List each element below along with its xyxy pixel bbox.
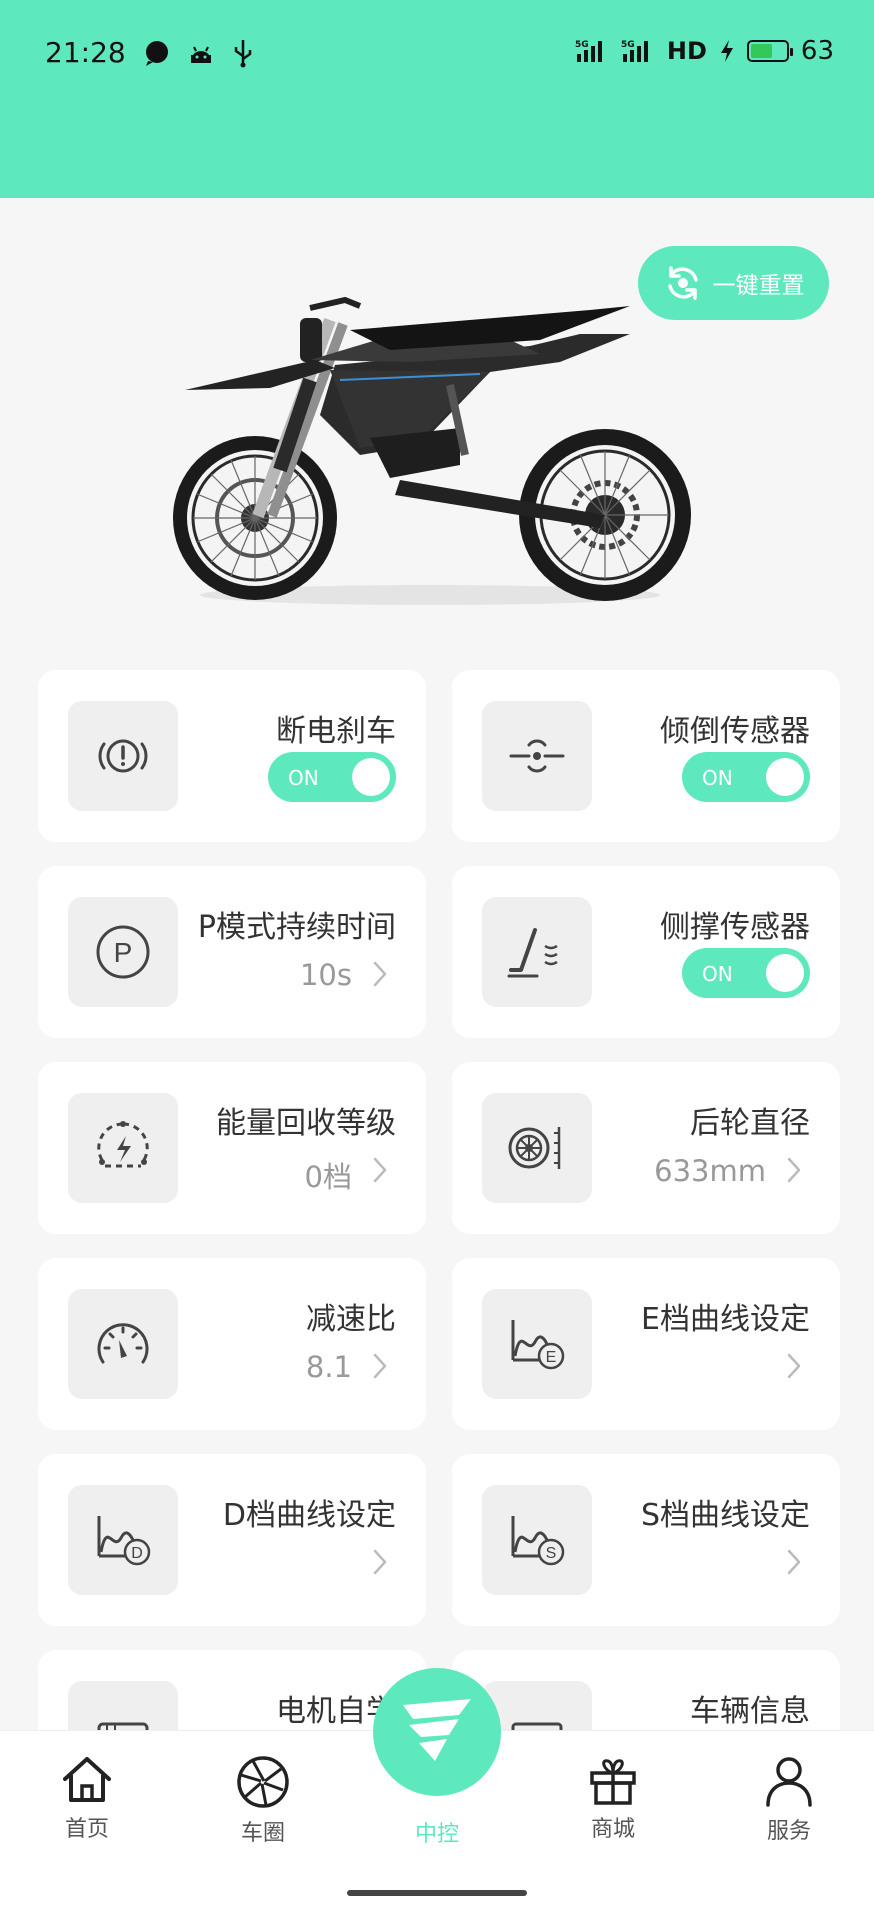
svg-text:P: P [114,937,133,968]
reset-button-label: 一键重置 [712,273,805,299]
chevron-right-icon [372,1548,388,1580]
parking-icon: P [68,897,178,1007]
tab-mall-label: 商城 [590,1817,635,1842]
chevron-right-icon [372,1156,388,1188]
card-title: 车辆信息 [690,1694,810,1729]
charging-icon [720,40,733,62]
card-title: E档曲线设定 [641,1302,810,1337]
chevron-right-icon [786,1548,802,1580]
curve-e-icon: E [482,1289,592,1399]
tab-circle[interactable]: 车圈 [203,1755,323,1847]
card-e-gear-curve[interactable]: E E档曲线设定 [452,1258,840,1430]
kickstand-icon [482,897,592,1007]
aperture-icon [237,1756,289,1808]
tab-home-label: 首页 [64,1817,109,1842]
signal-5g-icon-2: 5G [621,40,648,62]
chevron-right-icon [373,1157,387,1183]
card-value: 10s [299,958,352,992]
card-value: 8.1 [305,1350,352,1384]
card-title: 断电刹车 [276,714,396,749]
person-icon [766,1757,812,1807]
chevron-right-icon [787,1549,801,1575]
card-d-gear-curve[interactable]: D D档曲线设定 [38,1454,426,1626]
card-title: 侧撑传感器 [660,910,810,945]
home-indicator[interactable] [347,1890,527,1896]
tab-home[interactable]: 首页 [27,1755,147,1843]
battery-icon [746,40,793,62]
svg-text:D: D [131,1545,143,1562]
card-title: S档曲线设定 [640,1498,810,1533]
tab-service[interactable]: 服务 [729,1755,849,1845]
chevron-right-icon [373,961,387,987]
status-right-group: 5G 5G HD 63 [575,36,834,66]
toggle-knob [766,954,804,992]
card-title: 倾倒传感器 [660,714,810,749]
tab-service-label: 服务 [766,1819,811,1844]
signal-5g-icon: 5G [575,40,602,62]
toggle-label: ON [702,962,733,986]
card-value: 633mm [654,1154,766,1188]
card-title: 减速比 [306,1302,396,1337]
card-title: P模式持续时间 [197,910,396,945]
curve-s-icon: S [482,1485,592,1595]
usb-icon [234,40,252,68]
status-time: 21:28 [45,36,126,69]
chevron-right-icon [373,1549,387,1575]
tab-circle-label: 车圈 [240,1821,285,1846]
battery-level: 63 [800,36,834,66]
card-s-gear-curve[interactable]: S S档曲线设定 [452,1454,840,1626]
brand-logo-icon [403,1699,471,1761]
chevron-right-icon [373,1353,387,1379]
chevron-right-icon [372,960,388,992]
svg-text:5G: 5G [575,40,589,50]
toggle-switch[interactable]: ON [682,948,810,998]
battery-fill [750,44,773,58]
card-p-mode-duration[interactable]: P P模式持续时间 10s [38,866,426,1038]
card-power-off-brake[interactable]: 断电刹车 ON [38,670,426,842]
chat-bubble-icon [146,41,168,66]
energy-recovery-icon [68,1093,178,1203]
card-kickstand-sensor[interactable]: 侧撑传感器 ON [452,866,840,1038]
chevron-right-icon [786,1352,802,1384]
network-label: HD [666,37,707,65]
toggle-label: ON [288,766,319,790]
card-title: 后轮直径 [690,1106,810,1141]
card-energy-recovery-level[interactable]: 能量回收等级 0档 [38,1062,426,1234]
chevron-right-icon [786,1156,802,1188]
toggle-switch[interactable]: ON [268,752,396,802]
tab-control[interactable] [373,1668,501,1796]
toggle-knob [352,758,390,796]
card-reduction-ratio[interactable]: 减速比 8.1 [38,1258,426,1430]
chevron-right-icon [787,1353,801,1379]
speedometer-icon [68,1289,178,1399]
tab-mall[interactable]: 商城 [553,1755,673,1843]
svg-text:E: E [546,1349,557,1366]
tilt-sensor-icon [482,701,592,811]
motorcycle-image [173,296,691,605]
card-value: 0档 [304,1160,352,1194]
settings-grid: 断电刹车 ON 倾倒传感器 ON P P模式持续时间 10s 侧撑传感器 ON 能量回收等级 0档 后… [38,670,840,1822]
svg-text:S: S [546,1545,557,1562]
wheel-icon [482,1093,592,1203]
toggle-knob [766,758,804,796]
front-wheel [173,436,337,600]
tab-control-label: 中控 [414,1822,459,1847]
chevron-right-icon [787,1157,801,1183]
brake-warning-icon [68,701,178,811]
curve-d-icon: D [68,1485,178,1595]
gift-icon [590,1759,636,1805]
svg-text:5G: 5G [621,40,635,50]
status-bar: 21:28 5G 5G HD 63 [0,0,874,198]
card-title: 能量回收等级 [216,1106,396,1141]
toggle-switch[interactable]: ON [682,752,810,802]
card-tilt-sensor[interactable]: 倾倒传感器 ON [452,670,840,842]
home-icon [63,1757,111,1802]
card-rear-wheel-diameter[interactable]: 后轮直径 633mm [452,1062,840,1234]
toggle-label: ON [702,766,733,790]
status-notification-icons [143,38,255,68]
card-title: D档曲线设定 [222,1498,396,1533]
android-icon [191,46,211,63]
chevron-right-icon [372,1352,388,1384]
